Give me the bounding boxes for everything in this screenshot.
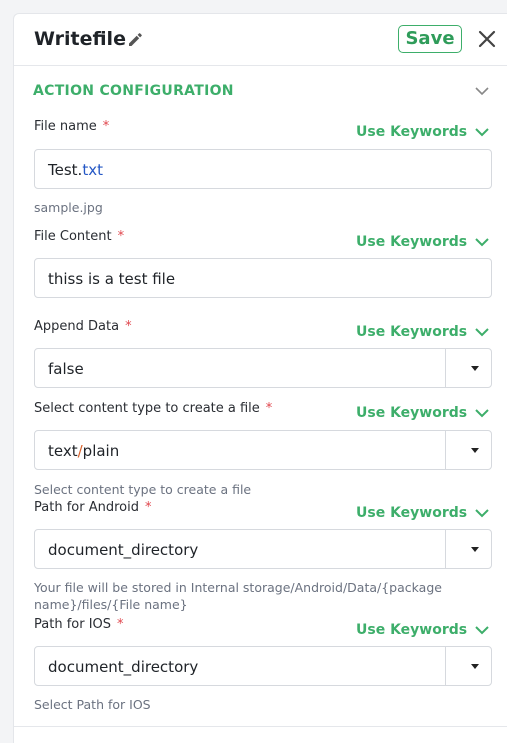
- file-name-label: File name *: [34, 119, 110, 134]
- dropdown-caret-icon[interactable]: [471, 547, 479, 552]
- divider: [14, 726, 507, 727]
- panel-title: Writefile: [34, 28, 126, 50]
- required-marker: *: [117, 617, 124, 632]
- content-type-select[interactable]: text/plain: [34, 430, 492, 470]
- use-keywords-toggle[interactable]: Use Keywords: [356, 234, 489, 250]
- section-title: ACTION CONFIGURATION: [33, 83, 234, 99]
- dropdown-caret-icon[interactable]: [471, 366, 479, 371]
- use-keywords-toggle[interactable]: Use Keywords: [356, 324, 489, 340]
- content-type-hint: Select content type to create a file: [34, 482, 252, 497]
- append-data-select[interactable]: false: [34, 348, 492, 388]
- chevron-down-icon: [475, 238, 489, 247]
- content-type-value: text/plain: [48, 442, 120, 460]
- save-button[interactable]: Save: [398, 25, 462, 53]
- select-divider: [445, 647, 446, 685]
- use-keywords-toggle[interactable]: Use Keywords: [356, 405, 489, 421]
- path-ios-value: document_directory: [48, 658, 199, 676]
- path-ios-label: Path for IOS *: [34, 617, 124, 632]
- use-keywords-toggle[interactable]: Use Keywords: [356, 622, 489, 638]
- panel-header: Writefile Save: [14, 14, 507, 66]
- path-ios-hint: Select Path for IOS: [34, 697, 151, 712]
- chevron-down-icon: [475, 128, 489, 137]
- required-marker: *: [125, 319, 132, 334]
- file-name-field[interactable]: Test.txt: [34, 149, 492, 189]
- chevron-down-icon: [475, 328, 489, 337]
- select-divider: [445, 530, 446, 568]
- chevron-down-icon[interactable]: [473, 84, 491, 98]
- chevron-down-icon: [475, 409, 489, 418]
- content-type-label: Select content type to create a file *: [34, 401, 273, 416]
- required-marker: *: [144, 500, 152, 515]
- file-name-value: Test.txt: [48, 161, 103, 179]
- writefile-panel: Writefile Save ACTION CONFIGURATION File…: [13, 13, 507, 743]
- required-marker: *: [265, 401, 273, 416]
- append-data-label: Append Data *: [34, 319, 132, 334]
- pencil-icon[interactable]: [126, 30, 144, 48]
- file-content-field[interactable]: thiss is a test file: [34, 258, 492, 298]
- dropdown-caret-icon[interactable]: [471, 448, 479, 453]
- file-content-label: File Content *: [34, 229, 125, 244]
- path-android-select[interactable]: document_directory: [34, 529, 492, 569]
- path-android-label: Path for Android *: [34, 500, 152, 515]
- chevron-down-icon: [475, 509, 489, 518]
- use-keywords-toggle[interactable]: Use Keywords: [356, 505, 489, 521]
- path-android-value: document_directory: [48, 541, 199, 559]
- use-keywords-toggle[interactable]: Use Keywords: [356, 124, 489, 140]
- file-name-hint: sample.jpg: [34, 200, 103, 215]
- path-android-hint: Your file will be stored in Internal sto…: [34, 580, 442, 612]
- select-divider: [445, 349, 446, 387]
- select-divider: [445, 431, 446, 469]
- append-data-value: false: [48, 360, 84, 378]
- file-content-value: thiss is a test file: [48, 270, 176, 288]
- close-icon[interactable]: [476, 28, 498, 50]
- dropdown-caret-icon[interactable]: [471, 664, 479, 669]
- required-marker: *: [102, 119, 110, 134]
- path-ios-select[interactable]: document_directory: [34, 646, 492, 686]
- chevron-down-icon: [475, 626, 489, 635]
- required-marker: *: [117, 229, 125, 244]
